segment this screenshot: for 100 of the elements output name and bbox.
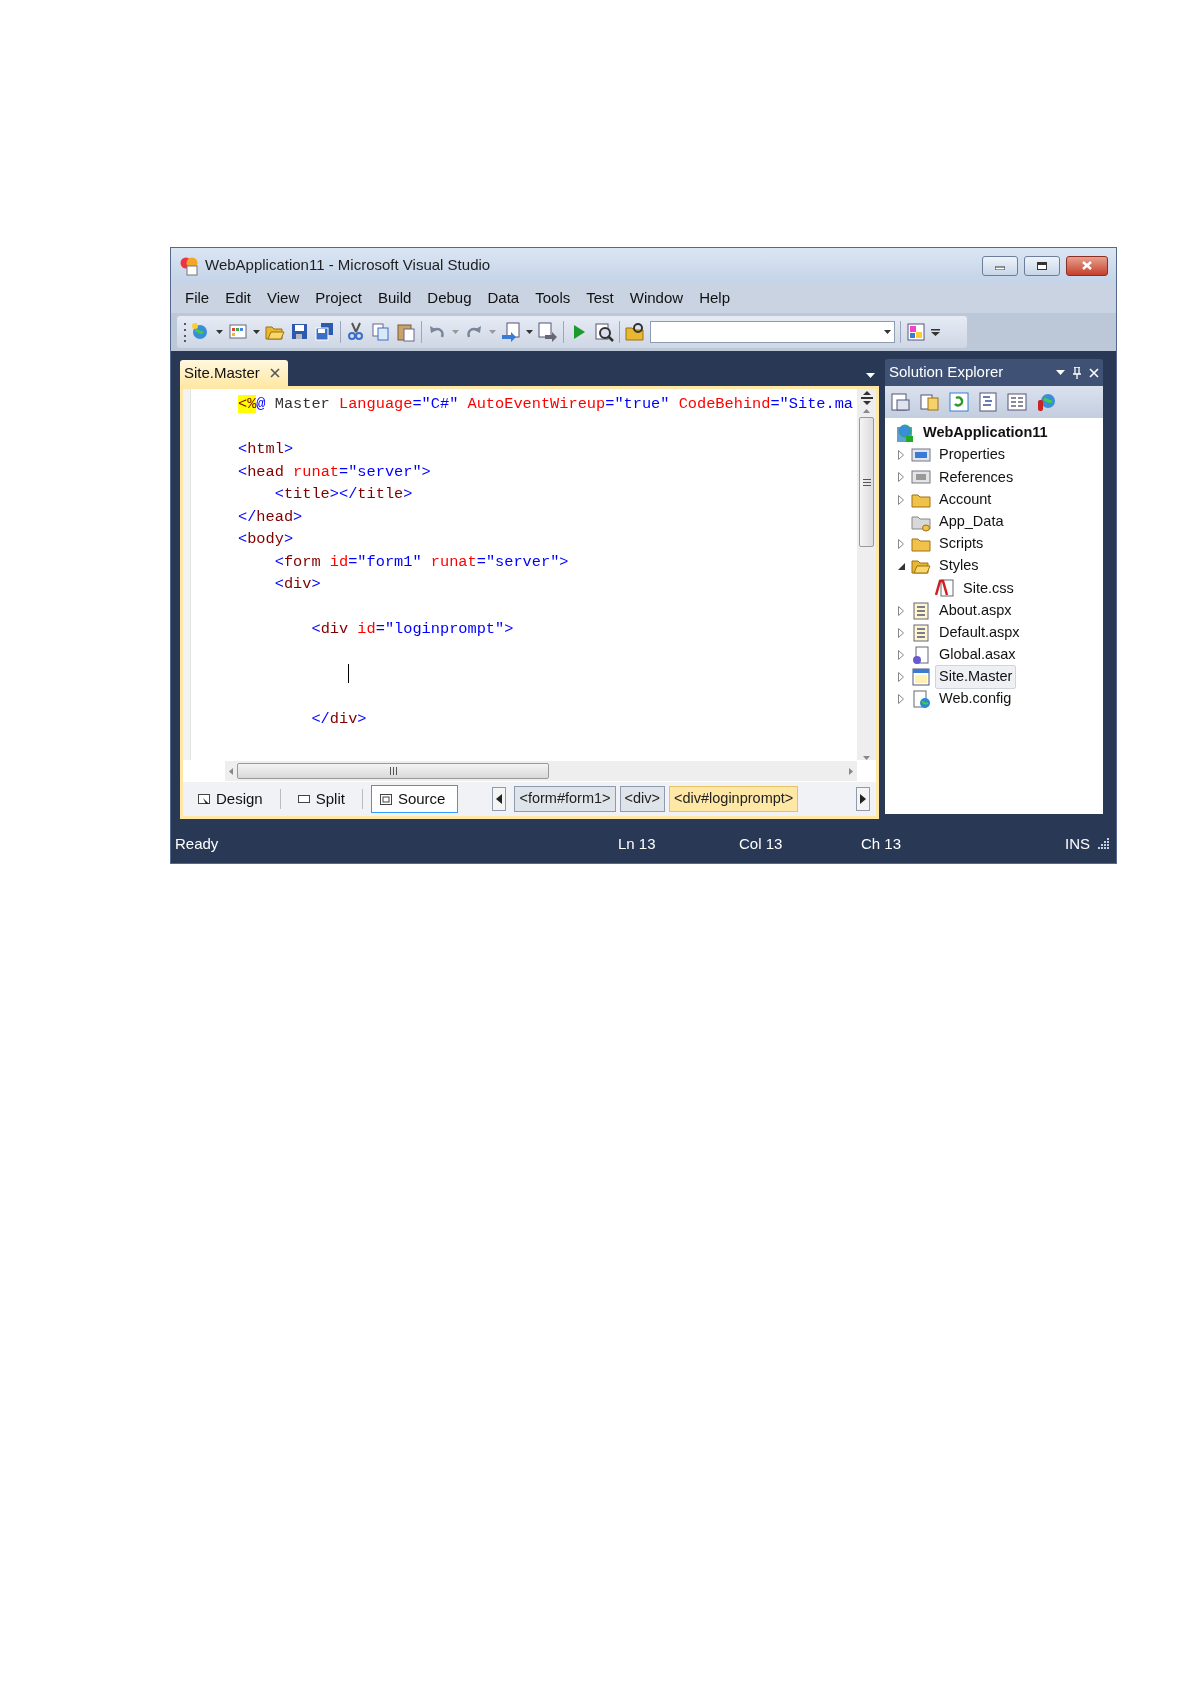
tree-item[interactable]: Site.Master bbox=[935, 665, 1017, 690]
tree-item[interactable]: Default.aspx bbox=[935, 620, 1024, 645]
menu-item[interactable]: Project bbox=[307, 284, 370, 312]
view-tab[interactable]: Split bbox=[288, 784, 354, 814]
toolbar-options-icon[interactable] bbox=[931, 327, 940, 337]
collapsed-arrow-icon[interactable] bbox=[898, 627, 904, 638]
code-line: <html> bbox=[238, 439, 295, 460]
code-line: </head> bbox=[238, 506, 304, 528]
clipboard-icon bbox=[396, 322, 416, 342]
grip-icon bbox=[862, 478, 871, 486]
scroll-up-icon[interactable] bbox=[863, 409, 870, 413]
previous-button[interactable] bbox=[492, 787, 507, 811]
breadcrumb-item[interactable]: <div#loginprompt> bbox=[669, 786, 799, 812]
close-icon bbox=[1082, 261, 1092, 270]
app-logo-icon bbox=[179, 255, 199, 276]
menu-item[interactable]: Test bbox=[578, 284, 622, 312]
minimize-button[interactable] bbox=[982, 255, 1018, 276]
maximize-button[interactable] bbox=[1024, 255, 1060, 276]
tree-item[interactable]: App_Data bbox=[935, 509, 1008, 534]
tree-item[interactable]: Scripts bbox=[935, 532, 988, 556]
code-line: <form id="form1" runat="server"> bbox=[273, 551, 570, 573]
expanded-arrow-icon[interactable] bbox=[897, 562, 905, 570]
code-line: <div id="loginprompt"> bbox=[310, 619, 515, 640]
tree-item[interactable]: Styles bbox=[935, 554, 983, 579]
properties-icon[interactable] bbox=[891, 392, 911, 412]
code-line: <head runat="server"> bbox=[238, 461, 432, 483]
tree-item[interactable]: Account bbox=[935, 487, 996, 512]
view-designer-icon[interactable] bbox=[1007, 392, 1027, 412]
resize-grip-icon[interactable] bbox=[1098, 838, 1110, 850]
collapsed-arrow-icon[interactable] bbox=[898, 649, 904, 660]
tree-item[interactable]: Properties bbox=[935, 443, 1010, 468]
collapsed-arrow-icon[interactable] bbox=[898, 672, 904, 683]
refresh-icon[interactable] bbox=[949, 392, 969, 412]
status-message: Ready bbox=[175, 833, 220, 854]
project-icon bbox=[895, 423, 915, 444]
collapsed-arrow-icon[interactable] bbox=[898, 472, 904, 483]
code-line: </div> bbox=[310, 709, 368, 730]
menu-item[interactable]: Edit bbox=[217, 284, 260, 312]
show-files-icon[interactable] bbox=[920, 392, 940, 412]
document-arrow-icon[interactable] bbox=[501, 322, 521, 342]
menu-item[interactable]: Help bbox=[691, 284, 738, 312]
menu-item[interactable]: Data bbox=[479, 284, 528, 312]
menu-item[interactable]: File bbox=[177, 284, 218, 312]
right-triangle-icon bbox=[860, 794, 866, 804]
scroll-left-icon[interactable] bbox=[229, 767, 233, 775]
copy-icon bbox=[371, 322, 391, 342]
source-view-icon bbox=[379, 793, 392, 805]
design-view-icon bbox=[198, 793, 210, 805]
dropdown-caret-icon bbox=[452, 330, 459, 334]
text-cursor bbox=[348, 664, 350, 684]
horizontal-scrollbar[interactable] bbox=[225, 761, 857, 781]
collapsed-arrow-icon[interactable] bbox=[898, 539, 904, 550]
tree-item[interactable]: Site.css bbox=[959, 576, 1018, 601]
dropdown-caret-icon[interactable] bbox=[866, 373, 875, 378]
close-icon[interactable] bbox=[269, 368, 280, 378]
gear-file-icon bbox=[911, 644, 931, 665]
insert-mode: INS bbox=[1065, 833, 1090, 854]
scroll-right-icon[interactable] bbox=[849, 767, 853, 775]
window-layout-icon[interactable] bbox=[906, 322, 926, 342]
char-number: Ch 13 bbox=[861, 833, 903, 854]
view-tab[interactable]: Design bbox=[189, 784, 272, 814]
magnifier-icon[interactable] bbox=[594, 322, 614, 342]
pin-icon[interactable] bbox=[1073, 366, 1081, 379]
collapsed-arrow-icon[interactable] bbox=[898, 450, 904, 461]
stylesheet-icon bbox=[935, 578, 955, 599]
dropdown-caret-icon[interactable] bbox=[1056, 370, 1065, 375]
grid-window-icon[interactable] bbox=[228, 322, 248, 342]
view-code-icon[interactable] bbox=[978, 392, 998, 412]
dropdown-caret-icon[interactable] bbox=[884, 330, 891, 334]
tree-item[interactable]: References bbox=[935, 465, 1018, 490]
menu-item[interactable]: Build bbox=[369, 284, 420, 312]
view-tab[interactable]: Source bbox=[370, 784, 459, 814]
next-button[interactable] bbox=[856, 787, 870, 811]
globe-icon[interactable] bbox=[1036, 392, 1056, 412]
menu-item[interactable]: Tools bbox=[527, 284, 579, 312]
document-arrow-icon[interactable] bbox=[538, 322, 558, 342]
collapsed-arrow-icon[interactable] bbox=[898, 694, 904, 705]
code-line: <div> bbox=[273, 574, 322, 595]
line-number: Ln 13 bbox=[618, 833, 657, 854]
code-line: <body> bbox=[238, 529, 295, 550]
menu-item[interactable]: Debug bbox=[419, 284, 480, 312]
dropdown-caret-icon[interactable] bbox=[216, 330, 223, 334]
breadcrumb-item[interactable]: <div> bbox=[619, 786, 665, 812]
tree-item[interactable]: Global.asax bbox=[935, 643, 1020, 667]
tree-item[interactable]: Web.config bbox=[935, 687, 1016, 712]
collapsed-arrow-icon[interactable] bbox=[898, 605, 904, 616]
dropdown-caret-icon[interactable] bbox=[253, 330, 260, 334]
vertical-scrollbar[interactable] bbox=[857, 389, 876, 760]
folder-search-icon[interactable] bbox=[625, 322, 645, 342]
breadcrumb-item[interactable]: <form#form1> bbox=[514, 786, 616, 812]
dropdown-caret-icon[interactable] bbox=[526, 330, 533, 334]
menu-item[interactable]: View bbox=[259, 284, 308, 312]
tree-item[interactable]: About.aspx bbox=[935, 598, 1016, 623]
document-tab[interactable]: Site.Master bbox=[180, 360, 288, 386]
tree-item[interactable]: WebApplication11 bbox=[919, 421, 1052, 445]
split-handle-icon[interactable] bbox=[860, 391, 873, 405]
menu-item[interactable]: Window bbox=[621, 284, 692, 312]
window-file-icon bbox=[911, 667, 931, 688]
collapsed-arrow-icon[interactable] bbox=[898, 494, 904, 505]
close-button[interactable] bbox=[1066, 255, 1108, 276]
